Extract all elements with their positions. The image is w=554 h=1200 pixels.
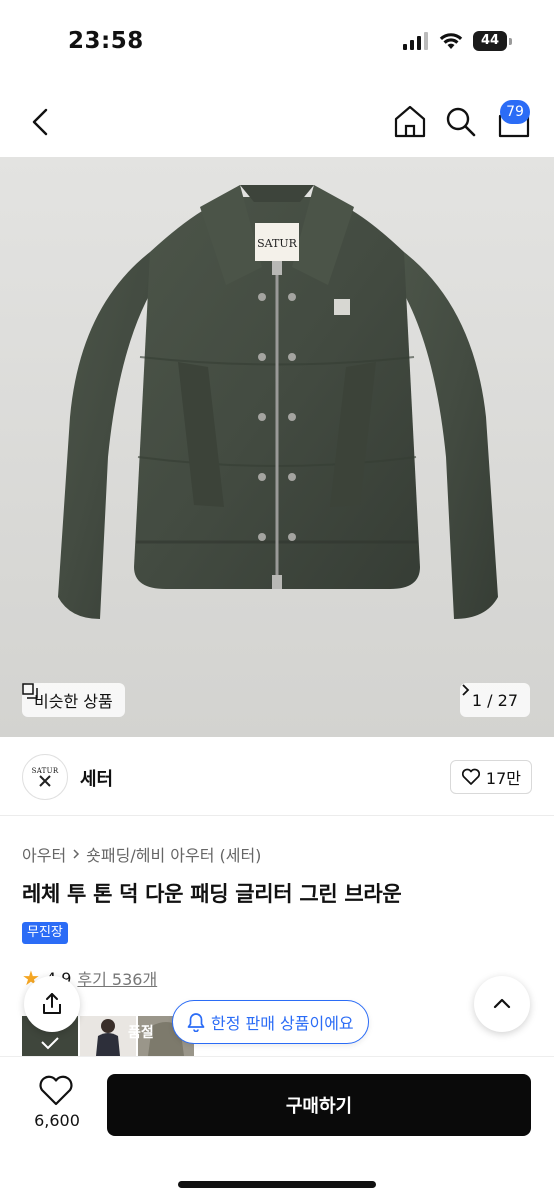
product-image[interactable]: SATUR 비슷한 상품 1 / 27 <box>0 157 554 737</box>
brand-logo[interactable]: SATUR <box>22 754 68 800</box>
share-button[interactable] <box>24 976 80 1032</box>
chevron-up-icon <box>493 998 511 1009</box>
buy-button[interactable]: 구매하기 <box>107 1074 531 1136</box>
brand-logo-text: SATUR <box>31 767 59 775</box>
similar-icon <box>22 683 38 699</box>
share-icon <box>43 993 61 1014</box>
review-count-link[interactable]: 후기 536개 <box>77 966 157 990</box>
chevron-right-icon <box>73 849 80 859</box>
status-icons: 44 <box>403 31 512 51</box>
battery-icon: 44 <box>473 31 512 51</box>
heart-outline-icon <box>461 768 480 785</box>
brand-like-button[interactable]: 17만 <box>449 760 532 794</box>
breadcrumb: 아우터 숏패딩/헤비 아우터 (세터) <box>22 842 261 866</box>
jacket-image: SATUR <box>0 157 554 737</box>
brand-mark-icon <box>39 775 51 787</box>
promo-badge: 무진장 <box>22 922 68 944</box>
jacket-label: SATUR <box>257 237 297 250</box>
search-icon[interactable] <box>441 102 481 142</box>
home-icon[interactable] <box>390 102 430 142</box>
status-time: 23:58 <box>68 28 144 54</box>
image-page-count: 1 / 27 <box>471 690 518 710</box>
bell-icon <box>187 1013 205 1032</box>
back-icon[interactable] <box>22 102 62 142</box>
similar-products-label: 비슷한 상품 <box>34 692 113 711</box>
signal-icon <box>403 32 428 50</box>
brand-name[interactable]: 세터 <box>80 765 113 791</box>
image-page-indicator[interactable]: 1 / 27 <box>459 683 530 717</box>
nav-bar <box>0 92 554 152</box>
cart-count-badge: 79 <box>500 100 530 124</box>
status-bar: 23:58 44 <box>0 0 554 84</box>
brand-like-count: 17만 <box>485 769 521 788</box>
brand-row[interactable]: SATUR 세터 17만 <box>0 740 554 816</box>
limited-sale-notice[interactable]: 한정 판매 상품이에요 <box>172 1000 369 1044</box>
breadcrumb-item[interactable]: 숏패딩/헤비 아우터 (세터) <box>86 842 261 866</box>
battery-level: 44 <box>473 31 507 51</box>
similar-products-button[interactable]: 비슷한 상품 <box>22 683 125 717</box>
heart-icon[interactable] <box>38 1075 74 1107</box>
limited-sale-label: 한정 판매 상품이에요 <box>211 1014 354 1033</box>
chevron-right-icon <box>462 684 470 696</box>
scroll-top-button[interactable] <box>474 976 530 1032</box>
product-page: 23:58 44 79 SATUR 비슷한 상품 1 / 27 SATUR 세터… <box>0 0 554 1200</box>
bottom-bar: 6,600 구매하기 <box>0 1056 554 1200</box>
product-title: 레체 투 톤 덕 다운 패딩 글리터 그린 브라운 <box>22 882 402 906</box>
wifi-icon <box>439 33 463 49</box>
wish-count: 6,600 <box>34 1111 80 1130</box>
soldout-label: 품절 <box>128 1025 154 1041</box>
breadcrumb-item[interactable]: 아우터 <box>22 842 66 866</box>
home-indicator <box>178 1181 376 1188</box>
